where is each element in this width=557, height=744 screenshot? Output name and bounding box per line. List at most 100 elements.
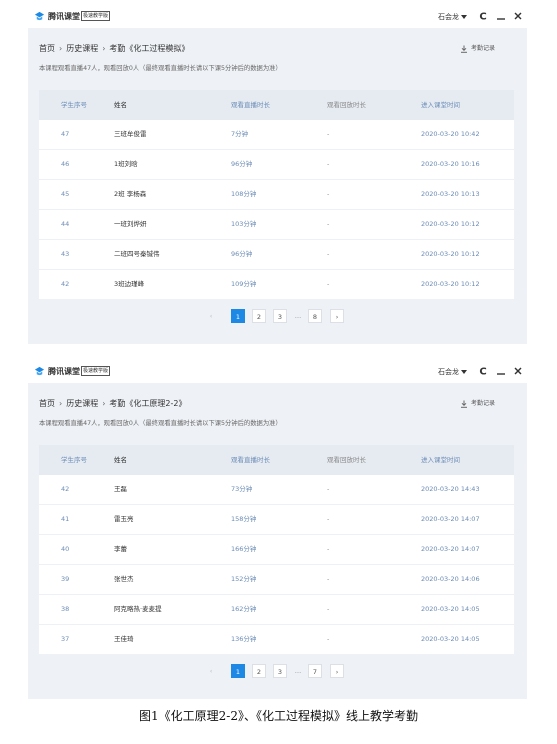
export-label: 考勤记录	[471, 400, 496, 407]
cell-name: 1班刘晗	[114, 160, 138, 168]
chevron-right-icon: ›	[59, 44, 63, 53]
refresh-icon[interactable]: C	[476, 364, 490, 378]
page-button-1[interactable]: 1	[231, 664, 245, 678]
cell-live-duration: 103分钟	[231, 220, 257, 228]
cell-replay-duration: -	[327, 515, 330, 523]
page-button-2[interactable]: 2	[252, 664, 266, 678]
breadcrumb-category[interactable]: 历史课程	[66, 44, 98, 53]
table-row: 44 一班刘烨妍 103分钟 - 2020-03-20 10:12	[39, 210, 514, 240]
breadcrumb-current: 考勤《化工原理2-2》	[109, 399, 187, 408]
table-row: 46 1班刘晗 96分钟 - 2020-03-20 10:16	[39, 150, 514, 180]
breadcrumb-category[interactable]: 历史课程	[66, 399, 98, 408]
download-icon	[461, 400, 467, 408]
page-button-3[interactable]: 3	[273, 309, 287, 323]
export-attendance-button[interactable]: 考勤记录	[461, 399, 496, 409]
cell-replay-duration: -	[327, 545, 330, 553]
cell-enter-time: 2020-03-20 14:43	[421, 485, 480, 493]
caret-down-icon[interactable]	[461, 15, 467, 19]
page-button-last[interactable]: 8	[308, 309, 322, 323]
cell-student-no: 42	[61, 485, 70, 493]
edition-badge: 极速教学版	[81, 366, 111, 376]
page-button-last[interactable]: 7	[308, 664, 322, 678]
cell-name: 张世杰	[114, 575, 134, 583]
svg-text:C: C	[479, 367, 486, 378]
cell-enter-time: 2020-03-20 10:12	[421, 280, 480, 288]
minimize-icon[interactable]	[494, 364, 508, 378]
close-icon[interactable]	[511, 9, 525, 23]
chevron-right-icon: ›	[102, 399, 106, 408]
page-button-1[interactable]: 1	[231, 309, 245, 323]
close-icon[interactable]	[511, 364, 525, 378]
refresh-icon[interactable]: C	[476, 9, 490, 23]
cell-enter-time: 2020-03-20 10:16	[421, 160, 480, 168]
cell-name: 李蕾	[114, 545, 127, 553]
table-row: 43 二班四号秦铖伟 96分钟 - 2020-03-20 10:12	[39, 240, 514, 270]
cell-student-no: 39	[61, 575, 70, 583]
cell-enter-time: 2020-03-20 14:06	[421, 575, 480, 583]
attendance-table: 学生序号 姓名 观看直播时长 观看回放时长 进入课堂时间 47 三班牟俊雷 7分…	[39, 90, 514, 299]
cell-name: 一班刘烨妍	[114, 220, 147, 228]
cell-replay-duration: -	[327, 220, 330, 228]
cell-enter-time: 2020-03-20 14:07	[421, 545, 480, 553]
export-attendance-button[interactable]: 考勤记录	[461, 44, 495, 54]
cell-live-duration: 96分钟	[231, 160, 253, 168]
next-page-button[interactable]: ›	[330, 664, 344, 678]
cell-live-duration: 152分钟	[231, 575, 257, 583]
app-name: 腾讯课堂	[48, 12, 80, 21]
cell-live-duration: 162分钟	[231, 605, 257, 613]
breadcrumb-home[interactable]: 首页	[39, 44, 55, 53]
cell-student-no: 41	[61, 515, 70, 523]
header-name: 姓名	[114, 456, 127, 464]
cell-live-duration: 73分钟	[231, 485, 253, 493]
cell-name: 王佳琦	[114, 635, 134, 643]
pagination-ellipsis: …	[294, 667, 302, 675]
title-bar: 腾讯课堂 极速教学版 石会龙 C	[28, 6, 527, 28]
attendance-notice: 本课程观看直播47人，观看回放0人（最终观看直播时长请以下课5分钟后的数据为准）	[39, 420, 282, 427]
figure-caption: 图1《化工原理2-2》、《化工过程模拟》线上教学考勤	[139, 709, 418, 723]
header-replay-duration: 观看回放时长	[327, 456, 366, 464]
cell-enter-time: 2020-03-20 10:12	[421, 220, 480, 228]
cell-student-no: 40	[61, 545, 70, 553]
breadcrumb-home[interactable]: 首页	[39, 399, 55, 408]
cell-enter-time: 2020-03-20 14:05	[421, 605, 480, 613]
classroom-window-process-simulation: 腾讯课堂 极速教学版 石会龙 C 首页 › 历史课程 › 考勤《化工过程模拟》 考勤记录…	[28, 6, 527, 344]
minimize-icon[interactable]	[494, 9, 508, 23]
header-enter-time: 进入课堂时间	[421, 101, 460, 109]
cell-name: 三班牟俊雷	[114, 130, 147, 138]
cell-name: 王磊	[114, 485, 127, 493]
table-header: 学生序号 姓名 观看直播时长 观看回放时长 进入课堂时间	[39, 445, 514, 475]
table-row: 41 雷玉亮 158分钟 - 2020-03-20 14:07	[39, 505, 514, 535]
cell-live-duration: 136分钟	[231, 635, 257, 643]
table-row: 45 2班 李杨森 108分钟 - 2020-03-20 10:13	[39, 180, 514, 210]
page-button-3[interactable]: 3	[273, 664, 287, 678]
cell-enter-time: 2020-03-20 10:13	[421, 190, 480, 198]
cell-live-duration: 158分钟	[231, 515, 257, 523]
user-menu[interactable]: 石会龙	[438, 367, 459, 377]
chevron-right-icon: ›	[102, 44, 106, 53]
page-button-2[interactable]: 2	[252, 309, 266, 323]
header-enter-time: 进入课堂时间	[421, 456, 460, 464]
prev-page-button[interactable]: ‹	[204, 664, 218, 678]
caret-down-icon[interactable]	[461, 370, 467, 374]
prev-page-button[interactable]: ‹	[204, 309, 218, 323]
cell-replay-duration: -	[327, 130, 330, 138]
cell-replay-duration: -	[327, 605, 330, 613]
chevron-right-icon: ›	[59, 399, 63, 408]
cell-live-duration: 96分钟	[231, 250, 253, 258]
cell-name: 二班四号秦铖伟	[114, 250, 160, 258]
cell-name: 雷玉亮	[114, 515, 134, 523]
cell-name: 2班 李杨森	[114, 190, 147, 198]
table-row: 47 三班牟俊雷 7分钟 - 2020-03-20 10:42	[39, 120, 514, 150]
header-replay-duration: 观看回放时长	[327, 101, 366, 109]
cell-student-no: 38	[61, 605, 70, 613]
cell-replay-duration: -	[327, 485, 330, 493]
breadcrumb-current: 考勤《化工过程模拟》	[109, 44, 190, 53]
cell-live-duration: 108分钟	[231, 190, 257, 198]
edition-badge: 极速教学版	[81, 11, 111, 21]
next-page-button[interactable]: ›	[330, 309, 344, 323]
user-menu[interactable]: 石会龙	[438, 12, 459, 22]
tencent-classroom-logo-icon	[34, 11, 45, 21]
classroom-window-chemical-principles: 腾讯课堂 极速教学版 石会龙 C 首页 › 历史课程 › 考勤《化工原理2-2》 考勤记…	[28, 361, 527, 699]
cell-live-duration: 109分钟	[231, 280, 257, 288]
title-bar: 腾讯课堂 极速教学版 石会龙 C	[28, 361, 527, 383]
